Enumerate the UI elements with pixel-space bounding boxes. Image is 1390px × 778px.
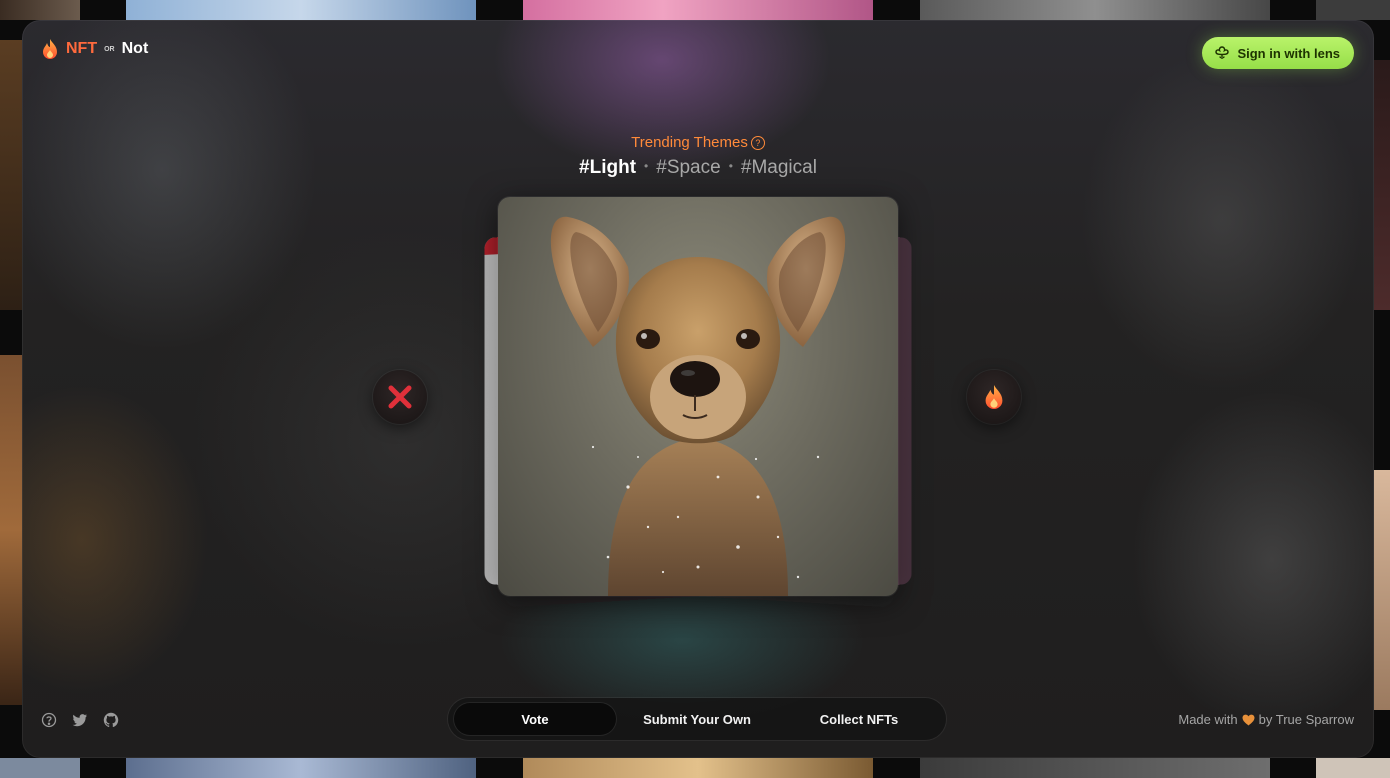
sign-in-with-lens-button[interactable]: Sign in with lens (1202, 37, 1354, 69)
flame-icon (985, 385, 1003, 409)
like-button[interactable] (967, 370, 1021, 424)
background-tile (0, 355, 24, 705)
background-tile (523, 758, 873, 778)
separator-dot: • (728, 159, 733, 173)
background-tile (1372, 470, 1390, 710)
logo-or-text: OR (104, 45, 115, 53)
help-icon[interactable]: ? (750, 136, 765, 150)
nope-button[interactable] (373, 370, 427, 424)
flame-icon (43, 39, 57, 59)
nft-card[interactable] (498, 197, 898, 596)
made-with-suffix[interactable]: by True Sparrow (1259, 712, 1354, 727)
background-tile (920, 0, 1270, 20)
background-tile (1316, 0, 1390, 20)
logo-nft-text: NFT (66, 40, 98, 57)
made-with-prefix: Made with (1178, 712, 1238, 727)
github-icon[interactable] (103, 712, 119, 728)
trending-themes-label: Trending Themes (631, 134, 748, 151)
background-tile (0, 758, 80, 778)
heart-icon (1242, 714, 1255, 725)
nft-image (550, 216, 846, 596)
background-tile (1316, 758, 1390, 778)
help-icon[interactable] (41, 712, 57, 728)
tab-collect-nfts[interactable]: Collect NFTs (778, 703, 940, 735)
separator-dot: • (644, 159, 649, 173)
sign-in-label: Sign in with lens (1237, 45, 1340, 61)
main-panel: NFT OR Not Sign in with lens Trending Th… (22, 20, 1374, 758)
trending-tag[interactable]: #Space (656, 157, 720, 178)
trending-tag[interactable]: #Magical (741, 157, 817, 178)
background-tile (0, 0, 80, 20)
background-tile (523, 0, 873, 20)
trending-themes-title: Trending Themes? (22, 134, 1374, 151)
trending-tag[interactable]: #Light (579, 157, 636, 178)
twitter-icon[interactable] (72, 712, 88, 728)
tab-vote[interactable]: Vote (454, 703, 616, 735)
background-tile (920, 758, 1270, 778)
background-tile (0, 40, 24, 310)
logo-not-text: Not (121, 40, 149, 57)
background-tile (1372, 60, 1390, 310)
trending-tags: #Light • #Space • #Magical (22, 157, 1374, 179)
footer-social-links (41, 712, 119, 728)
close-icon (388, 385, 412, 409)
app-logo[interactable]: NFT OR Not (40, 38, 148, 60)
main-navigation-tabs: Vote Submit Your Own Collect NFTs (448, 698, 946, 740)
made-with-credit: Made with by True Sparrow (1178, 712, 1354, 727)
tab-submit-your-own[interactable]: Submit Your Own (616, 703, 778, 735)
background-tile (126, 758, 476, 778)
lens-icon (1215, 46, 1230, 59)
background-tile (126, 0, 476, 20)
